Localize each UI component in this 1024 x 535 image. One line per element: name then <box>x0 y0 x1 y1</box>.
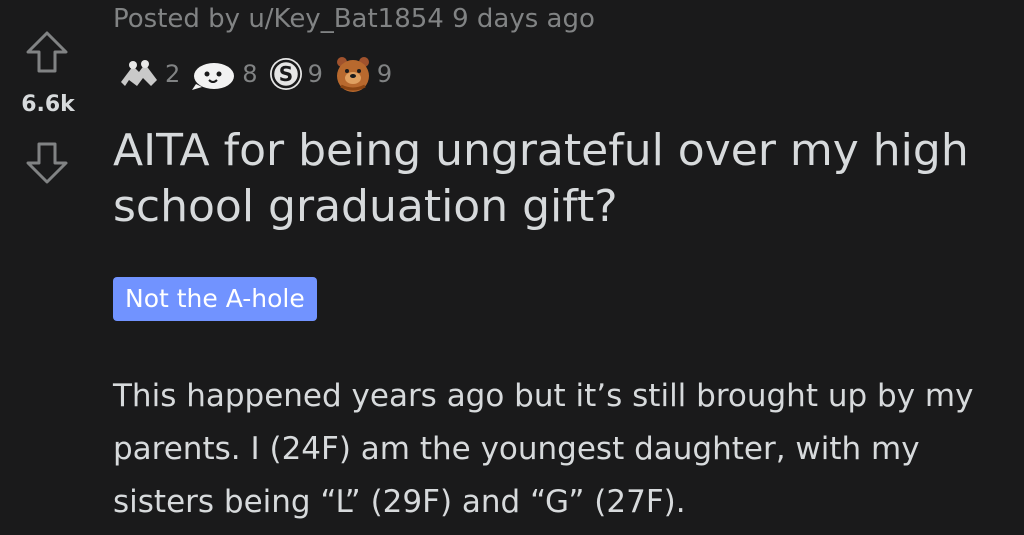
award-hands[interactable]: 2 <box>117 56 180 92</box>
award-count: 8 <box>242 60 258 88</box>
post-title[interactable]: AITA for being ungrateful over my high s… <box>113 123 1003 235</box>
downvote-arrow-icon <box>26 142 68 184</box>
silver-s-award-icon: S <box>269 58 302 90</box>
post-body: This happened years ago but it’s still b… <box>113 378 974 520</box>
upvote-button[interactable] <box>22 27 72 77</box>
award-bear[interactable]: 9 <box>333 54 392 94</box>
award-count: 9 <box>376 60 393 88</box>
award-wholesome[interactable]: 8 <box>190 56 258 92</box>
post-flair-badge[interactable]: Not the A-hole <box>113 277 317 321</box>
awards-row: 2 8 S 9 9 <box>117 52 402 96</box>
wholesome-seal-award-icon <box>192 63 235 90</box>
svg-text:S: S <box>278 62 292 86</box>
vote-column: 6.6k <box>0 0 96 535</box>
award-silver[interactable]: S 9 <box>268 56 323 92</box>
award-count: 2 <box>165 60 181 88</box>
upvote-arrow-icon <box>26 31 68 73</box>
bear-award-icon <box>336 57 369 92</box>
post-meta: Posted by u/Key_Bat1854 9 days ago <box>113 4 595 34</box>
downvote-button[interactable] <box>22 138 72 188</box>
vote-score: 6.6k <box>21 92 75 117</box>
award-count: 9 <box>307 60 323 88</box>
hands-award-icon <box>121 60 157 86</box>
